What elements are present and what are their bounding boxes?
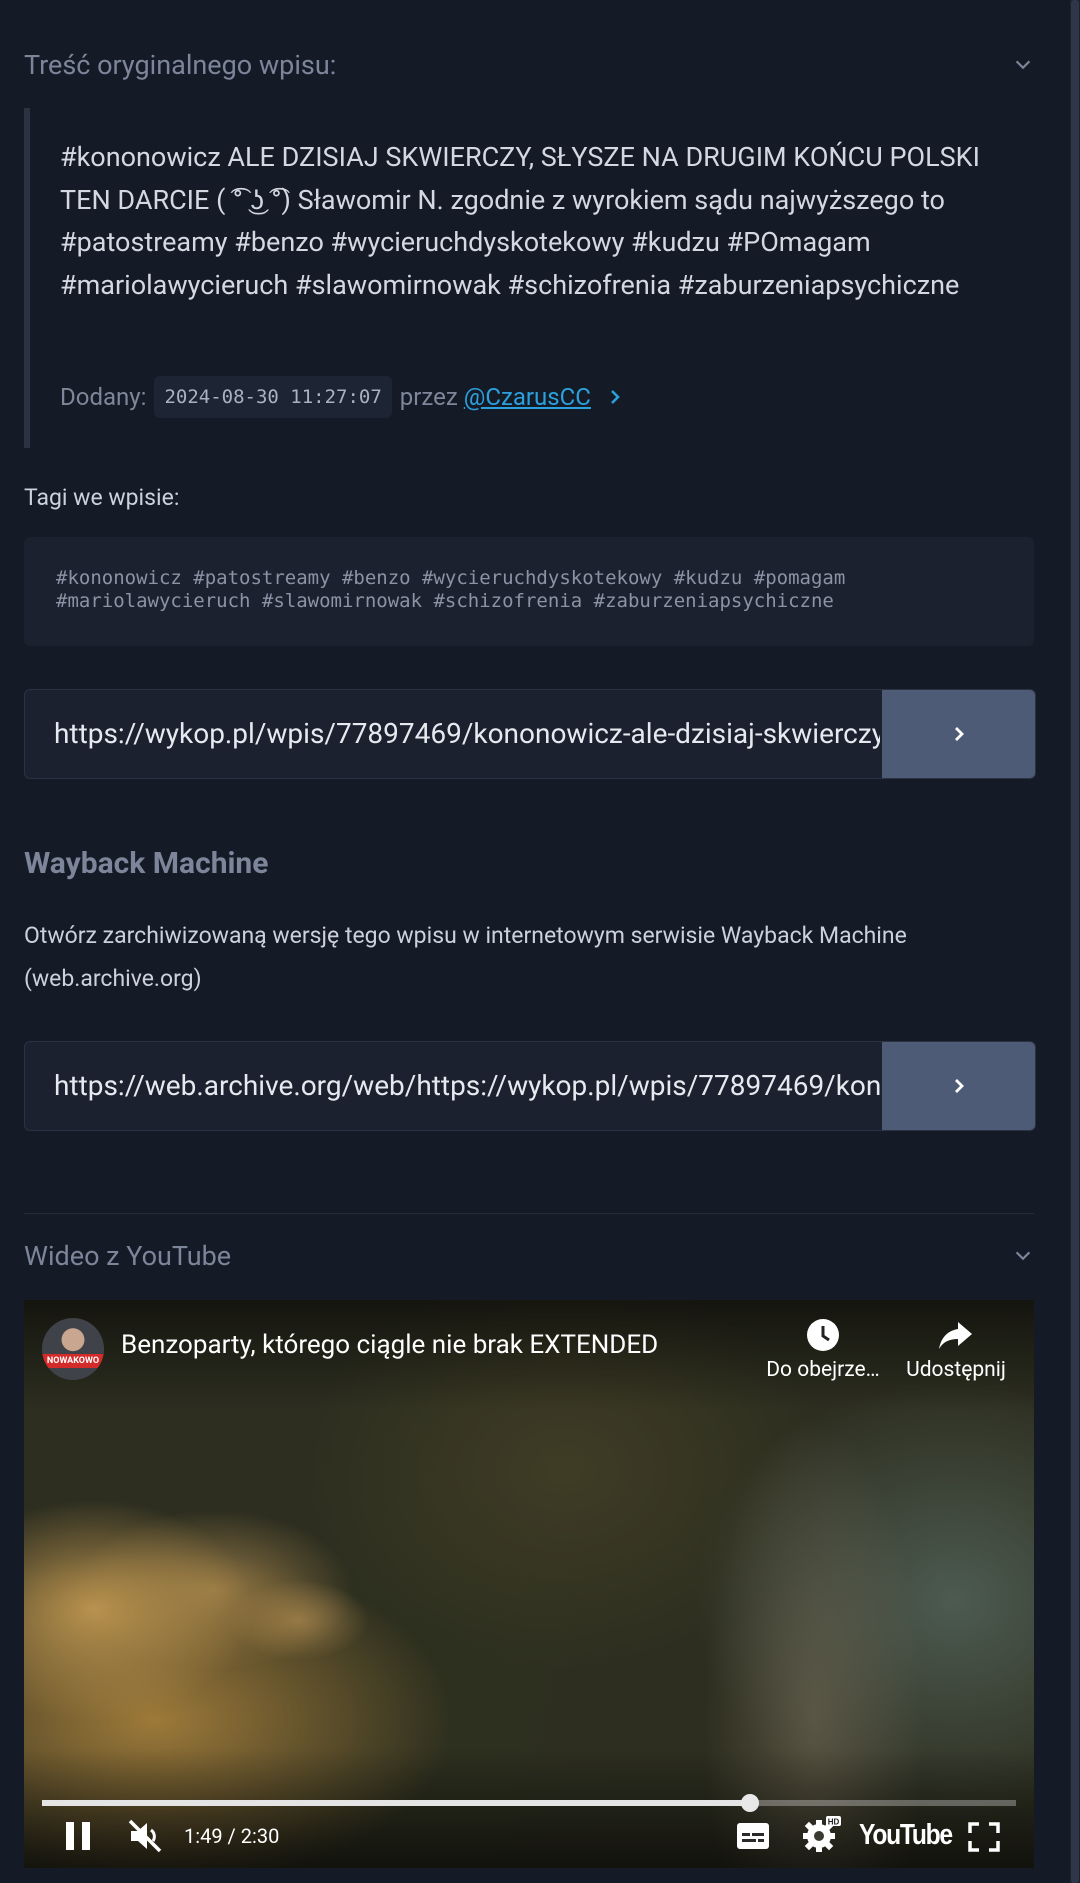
- share-icon: [939, 1322, 972, 1349]
- wykop-url-row: https://wykop.pl/wpis/77897469/kononowic…: [24, 689, 1036, 779]
- entry-content: #kononowicz ALE DZISIAJ SKWIERCZY, SŁYSZ…: [60, 141, 980, 301]
- youtube-logo[interactable]: YouTube: [859, 1819, 953, 1852]
- chevron-right-icon: [954, 1079, 964, 1093]
- wayback-url-row: https://web.archive.org/web/https://wyko…: [24, 1041, 1036, 1131]
- added-label: Dodany:: [60, 383, 147, 411]
- muted-volume-icon[interactable]: [127, 1818, 163, 1854]
- scrollbar-thumb[interactable]: [1071, 0, 1079, 1883]
- share-label: Udostępnij: [906, 1358, 1006, 1382]
- youtube-section-header[interactable]: Wideo z YouTube: [24, 1236, 1034, 1276]
- time-display: 1:49 / 2:30: [184, 1824, 280, 1848]
- entry-section-header[interactable]: Treść oryginalnego wpisu:: [24, 45, 1034, 85]
- entry-quote: #kononowicz ALE DZISIAJ SKWIERCZY, SŁYSZ…: [24, 108, 1040, 448]
- chevron-down-icon[interactable]: [1012, 1245, 1034, 1267]
- tags-line: #mariolawycieruch #slawomirnowak #schizo…: [56, 590, 834, 612]
- entry-timestamp: 2024-08-30 11:27:07: [154, 376, 392, 418]
- progress-bar[interactable]: [42, 1794, 1016, 1812]
- section-divider: [24, 1213, 1034, 1214]
- chevron-down-icon[interactable]: [1012, 54, 1034, 76]
- author-link[interactable]: @CzarusCC: [464, 383, 591, 411]
- video-title[interactable]: Benzoparty, którego ciągle nie brak EXTE…: [121, 1330, 658, 1360]
- tags-box: #kononowicz #patostreamy #benzo #wycieru…: [24, 537, 1034, 646]
- channel-badge: NOWAKOWO: [42, 1354, 104, 1368]
- svg-text:HD: HD: [828, 1818, 840, 1827]
- entry-section-title: Treść oryginalnego wpisu:: [24, 49, 337, 81]
- tags-label: Tagi we wpisie:: [24, 484, 180, 511]
- subtitles-icon[interactable]: [736, 1822, 770, 1850]
- fullscreen-icon[interactable]: [968, 1822, 1000, 1852]
- pause-icon[interactable]: [64, 1820, 92, 1852]
- open-wayback-button[interactable]: [882, 1042, 1035, 1130]
- wayback-description: Otwórz zarchiwizowaną wersję tego wpisu …: [24, 922, 907, 992]
- clock-icon: [807, 1319, 839, 1351]
- youtube-player[interactable]: NOWAKOWO Benzoparty, którego ciągle nie …: [24, 1300, 1034, 1868]
- open-wykop-button[interactable]: [882, 690, 1035, 778]
- wayback-heading: Wayback Machine: [24, 846, 269, 881]
- tags-text: #kononowicz #patostreamy #benzo #wycieru…: [56, 567, 1006, 613]
- share-button[interactable]: Udostępnij: [886, 1318, 1026, 1382]
- scrubber-handle[interactable]: [741, 1794, 760, 1812]
- watch-later-label: Do obejrze…: [766, 1358, 880, 1382]
- wykop-url-field[interactable]: https://wykop.pl/wpis/77897469/kononowic…: [54, 690, 880, 778]
- watch-later-button[interactable]: Do obejrze…: [738, 1318, 908, 1382]
- wayback-url-field[interactable]: https://web.archive.org/web/https://wyko…: [54, 1042, 880, 1130]
- channel-avatar[interactable]: NOWAKOWO: [42, 1318, 104, 1380]
- settings-icon[interactable]: HD: [802, 1815, 842, 1853]
- youtube-section-title: Wideo z YouTube: [24, 1240, 232, 1272]
- chevron-right-icon[interactable]: [607, 389, 623, 405]
- chevron-right-icon: [954, 727, 964, 741]
- by-label: przez: [399, 383, 458, 411]
- entry-meta: Dodany: 2024-08-30 11:27:07 przez @Czaru…: [60, 376, 623, 418]
- page-scrollbar[interactable]: [1070, 0, 1080, 1883]
- tags-line: #kononowicz #patostreamy #benzo #wycieru…: [56, 567, 846, 589]
- progress-played: [42, 1800, 751, 1806]
